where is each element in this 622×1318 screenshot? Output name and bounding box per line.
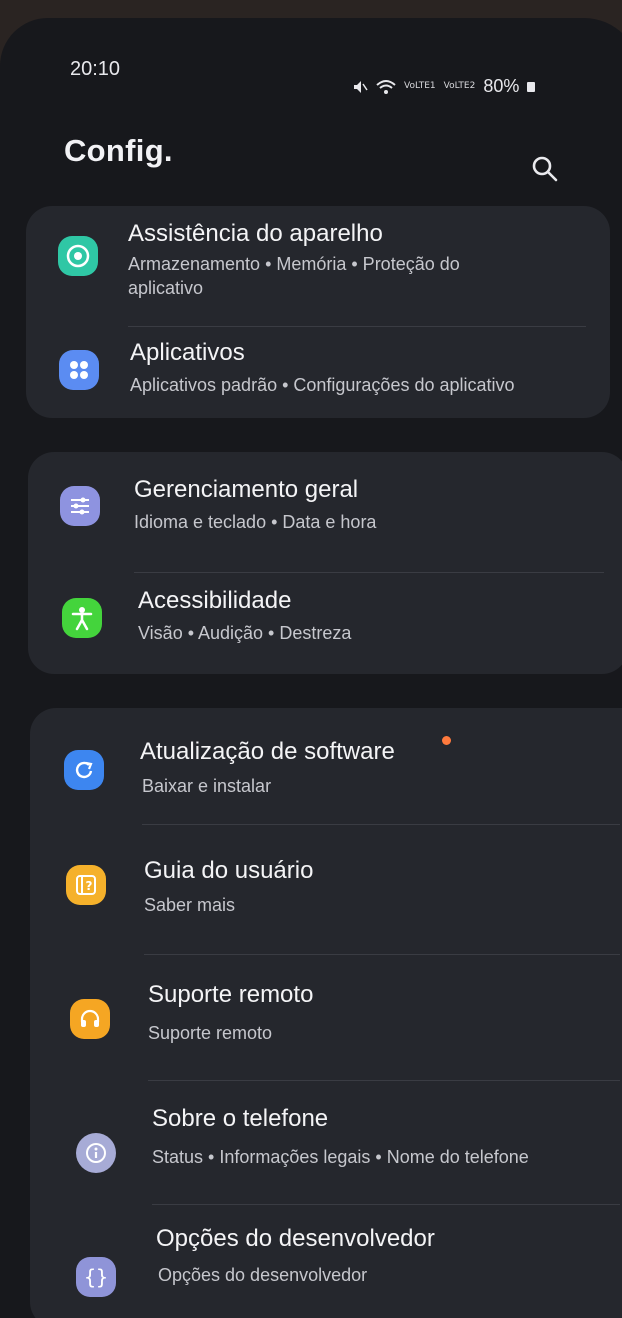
battery-icon (527, 81, 536, 92)
accessibility-subtitle: Visão • Audição • Destreza (138, 623, 352, 643)
settings-item-about-phone[interactable]: Sobre o telefone Status • Informações le… (30, 1081, 622, 1201)
apps-subtitle: Aplicativos padrão • Configurações do ap… (130, 375, 515, 395)
settings-item-user-guide[interactable]: ? Guia do usuário Saber mais (30, 825, 622, 945)
status-time: 20:10 (70, 58, 121, 80)
wifi-icon (376, 79, 396, 94)
software-update-icon (64, 750, 104, 790)
status-bar: 20:10 VoLTE1 VoLTE2 80% (0, 18, 622, 98)
settings-screen: 20:10 VoLTE1 VoLTE2 80% Config. Assistên… (0, 18, 622, 1318)
settings-group-1: Assistência do aparelho Armazenamento • … (26, 206, 610, 418)
device-care-subtitle: Armazenamento • Memória • Proteção do (128, 254, 460, 274)
software-update-title: Atualização de software (140, 738, 395, 765)
accessibility-title: Acessibilidade (138, 587, 292, 614)
remote-support-title: Suporte remoto (148, 981, 314, 1008)
settings-item-accessibility[interactable]: Acessibilidade Visão • Audição • Destrez… (28, 573, 622, 674)
general-management-subtitle: Idioma e teclado • Data e hora (134, 512, 377, 532)
device-care-subtitle-line2: aplicativo (128, 278, 204, 298)
remote-support-icon (70, 999, 110, 1039)
settings-item-general-management[interactable]: Gerenciamento geral Idioma e teclado • D… (28, 452, 622, 556)
developer-options-icon: {} (76, 1257, 116, 1297)
info-icon (76, 1133, 116, 1173)
general-management-icon (60, 486, 100, 526)
remote-support-subtitle: Suporte remoto (148, 1023, 273, 1043)
settings-item-software-update[interactable]: Atualização de software Baixar e instala… (30, 708, 622, 818)
software-update-subtitle: Baixar e instalar (142, 776, 272, 796)
about-phone-title: Sobre o telefone (152, 1105, 329, 1132)
settings-item-apps[interactable]: Aplicativos Aplicativos padrão • Configu… (26, 327, 610, 418)
user-guide-subtitle: Saber mais (144, 895, 236, 915)
device-care-title: Assistência do aparelho (128, 220, 383, 247)
settings-item-developer-options[interactable]: {} Opções do desenvolvedor Opções do des… (30, 1205, 622, 1318)
search-icon[interactable] (530, 154, 560, 184)
status-icons: VoLTE1 VoLTE2 80% (352, 76, 536, 97)
update-badge (442, 736, 451, 745)
settings-group-3: Atualização de software Baixar e instala… (30, 708, 622, 1318)
settings-group-2: Gerenciamento geral Idioma e teclado • D… (28, 452, 622, 674)
user-guide-title: Guia do usuário (144, 857, 314, 884)
sim1-signal-icon: VoLTE1 (404, 81, 436, 91)
settings-item-device-care[interactable]: Assistência do aparelho Armazenamento • … (26, 206, 610, 326)
mute-icon (354, 80, 368, 93)
device-care-icon (58, 236, 98, 276)
accessibility-icon (62, 598, 102, 638)
developer-options-subtitle: Opções do desenvolvedor (158, 1265, 368, 1285)
settings-item-remote-support[interactable]: Suporte remoto Suporte remoto (30, 955, 622, 1075)
svg-text:?: ? (86, 879, 93, 893)
apps-title: Aplicativos (130, 339, 245, 366)
page-title: Config. (64, 133, 173, 168)
sim2-signal-icon: VoLTE2 (443, 81, 476, 91)
battery-percent: 80% (483, 76, 520, 96)
about-phone-subtitle: Status • Informações legais • Nome do te… (152, 1147, 529, 1167)
apps-icon (59, 350, 99, 390)
developer-options-title: Opções do desenvolvedor (156, 1225, 435, 1252)
user-guide-icon: ? (66, 865, 106, 905)
general-management-title: Gerenciamento geral (134, 476, 359, 503)
